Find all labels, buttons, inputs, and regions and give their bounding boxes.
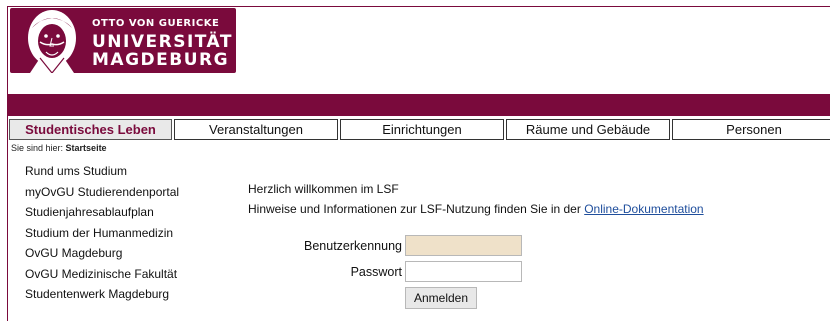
tab-personen[interactable]: Personen xyxy=(672,119,830,140)
breadcrumb-current: Startseite xyxy=(65,143,107,153)
username-field[interactable] xyxy=(405,235,522,256)
logo-line-magdeburg: MAGDEBURG xyxy=(92,50,230,70)
breadcrumb: Sie sind hier: Startseite xyxy=(11,143,107,153)
sidebar-item-studienjahresablaufplan[interactable]: Studienjahresablaufplan xyxy=(14,203,189,224)
university-logo[interactable]: OTTO VON GUERICKE UNIVERSITÄT MAGDEBURG xyxy=(10,8,236,73)
password-label: Passwort xyxy=(350,265,402,279)
online-documentation-link[interactable]: Online-Dokumentation xyxy=(584,202,703,216)
sidebar: Rund ums Studium myOvGU Studierendenport… xyxy=(14,162,189,306)
main-navigation: Studentisches Leben Veranstaltungen Einr… xyxy=(8,119,830,141)
logo-line-universitaet: UNIVERSITÄT xyxy=(92,32,233,52)
welcome-text: Herzlich willkommen im LSF xyxy=(248,182,399,196)
hint-text: Hinweise und Informationen zur LSF-Nutzu… xyxy=(248,202,581,216)
tab-studentisches-leben[interactable]: Studentisches Leben xyxy=(9,119,172,140)
breadcrumb-prefix: Sie sind hier: xyxy=(11,143,64,153)
sidebar-item-studentenwerk[interactable]: Studentenwerk Magdeburg xyxy=(14,285,189,306)
username-label: Benutzerkennung xyxy=(304,239,402,253)
password-field[interactable] xyxy=(405,261,522,282)
hint-line: Hinweise und Informationen zur LSF-Nutzu… xyxy=(248,202,704,216)
sidebar-item-medizinische-fakultaet[interactable]: OvGU Medizinische Fakultät xyxy=(14,265,189,286)
header-band xyxy=(8,94,830,116)
sidebar-item-rund-ums-studium[interactable]: Rund ums Studium xyxy=(14,162,189,183)
tab-einrichtungen[interactable]: Einrichtungen xyxy=(340,119,504,140)
tab-veranstaltungen[interactable]: Veranstaltungen xyxy=(174,119,338,140)
tab-raeume-und-gebaeude[interactable]: Räume und Gebäude xyxy=(506,119,670,140)
sidebar-item-myovgu-portal[interactable]: myOvGU Studierendenportal xyxy=(14,183,189,204)
sidebar-item-humanmedizin[interactable]: Studium der Humanmedizin xyxy=(14,224,189,245)
logo-line-top: OTTO VON GUERICKE xyxy=(92,18,220,29)
sidebar-item-ovgu-magdeburg[interactable]: OvGU Magdeburg xyxy=(14,244,189,265)
login-button[interactable]: Anmelden xyxy=(405,287,477,309)
welcome-heading: Herzlich willkommen im LSF xyxy=(248,180,399,198)
